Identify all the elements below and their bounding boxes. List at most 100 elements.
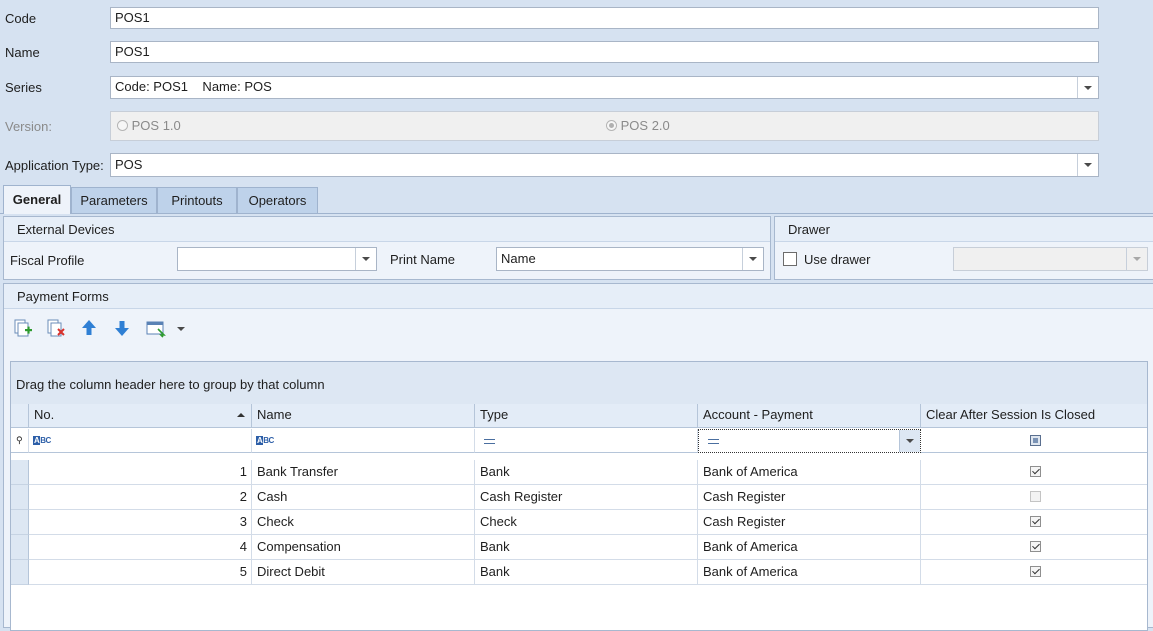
drawer-group: Drawer Use drawer [774, 216, 1153, 280]
filter-name[interactable]: ABC [252, 429, 475, 453]
drawer-dropdown-button[interactable] [1126, 248, 1147, 270]
external-devices-header: External Devices [4, 217, 770, 242]
radio-selected-icon [606, 120, 617, 131]
column-header-type[interactable]: Type [475, 404, 698, 428]
version-option-pos1[interactable]: POS 1.0 [117, 116, 181, 136]
print-name-label: Print Name [390, 252, 456, 267]
filter-type[interactable] [475, 429, 698, 453]
print-name-dropdown-button[interactable] [742, 248, 763, 270]
series-dropdown-button[interactable] [1077, 77, 1098, 98]
header-indicator [11, 404, 29, 428]
cell-type[interactable]: Bank [475, 535, 698, 560]
add-icon[interactable] [13, 318, 33, 338]
cell-name[interactable]: Direct Debit [252, 560, 475, 585]
filter-dropdown-button[interactable] [899, 430, 920, 452]
cell-account-payment[interactable]: Bank of America [698, 460, 921, 485]
group-by-panel[interactable]: Drag the column header here to group by … [11, 362, 1147, 405]
clear-after-session-checkbox[interactable] [1030, 541, 1041, 552]
cell-no[interactable]: 2 [29, 485, 252, 510]
name-input[interactable]: POS1 [110, 41, 1099, 63]
cell-name[interactable]: Compensation [252, 535, 475, 560]
version-group: POS 1.0 POS 2.0 [110, 111, 1099, 141]
cell-no[interactable]: 3 [29, 510, 252, 535]
payment-forms-header: Payment Forms [4, 284, 1153, 309]
external-devices-title: External Devices [17, 222, 115, 237]
cell-type[interactable]: Cash Register [475, 485, 698, 510]
cell-type[interactable]: Bank [475, 560, 698, 585]
series-label: Series [5, 80, 42, 95]
tab-general[interactable]: General [3, 185, 71, 214]
pin-icon: ⚲ [16, 435, 23, 445]
cell-account-payment[interactable]: Bank of America [698, 560, 921, 585]
cell-type[interactable]: Bank [475, 460, 698, 485]
cell-clear-after-session[interactable] [921, 535, 1147, 560]
drawer-title: Drawer [788, 222, 830, 237]
row-indicator[interactable] [11, 460, 29, 485]
cell-account-payment[interactable]: Bank of America [698, 535, 921, 560]
fiscal-profile-dropdown-button[interactable] [355, 248, 376, 270]
app-type-dropdown-button[interactable] [1077, 154, 1098, 176]
version-label: Version: [5, 119, 52, 134]
sort-ascending-icon [237, 413, 245, 417]
series-value: Code: POS1 Name: POS [115, 79, 272, 94]
filter-row-indicator: ⚲ [11, 429, 29, 453]
app-type-value: POS [115, 157, 143, 172]
fiscal-profile-label: Fiscal Profile [10, 253, 85, 268]
filter-account-payment[interactable] [698, 429, 921, 453]
app-type-label: Application Type: [5, 158, 104, 173]
delete-icon[interactable] [46, 318, 66, 338]
tab-operators[interactable]: Operators [237, 187, 318, 213]
tab-printouts[interactable]: Printouts [157, 187, 237, 213]
drawer-select[interactable] [953, 247, 1148, 271]
cell-clear-after-session[interactable] [921, 560, 1147, 585]
use-drawer-label: Use drawer [804, 252, 871, 267]
tab-parameters[interactable]: Parameters [71, 187, 157, 213]
group-by-hint: Drag the column header here to group by … [16, 377, 325, 392]
clear-after-session-checkbox[interactable] [1030, 466, 1041, 477]
app-type-select[interactable]: POS [110, 153, 1099, 177]
cell-clear-after-session[interactable] [921, 485, 1147, 510]
move-up-icon[interactable] [79, 318, 99, 338]
column-header-name[interactable]: Name [252, 404, 475, 428]
cell-name[interactable]: Cash [252, 485, 475, 510]
drawer-header: Drawer [775, 217, 1153, 242]
row-indicator[interactable] [11, 535, 29, 560]
clear-after-session-checkbox[interactable] [1030, 566, 1041, 577]
column-header-account-payment[interactable]: Account - Payment [698, 404, 921, 428]
series-select[interactable]: Code: POS1 Name: POS [110, 76, 1099, 99]
row-indicator[interactable] [11, 560, 29, 585]
column-header-no[interactable]: No. [29, 404, 252, 428]
clear-after-session-checkbox[interactable] [1030, 491, 1041, 502]
cell-clear-after-session[interactable] [921, 510, 1147, 535]
clear-after-session-checkbox[interactable] [1030, 516, 1041, 527]
equals-filter-icon [484, 439, 495, 444]
print-name-select[interactable]: Name [496, 247, 764, 271]
code-label: Code [5, 11, 37, 26]
cell-account-payment[interactable]: Cash Register [698, 485, 921, 510]
cell-no[interactable]: 1 [29, 460, 252, 485]
filter-no[interactable]: ABC [29, 429, 252, 453]
print-name-value: Name [501, 251, 536, 266]
move-down-icon[interactable] [112, 318, 132, 338]
name-label: Name [5, 45, 40, 60]
cell-name[interactable]: Bank Transfer [252, 460, 475, 485]
cell-name[interactable]: Check [252, 510, 475, 535]
column-chooser-icon[interactable] [145, 318, 187, 338]
cell-account-payment[interactable]: Cash Register [698, 510, 921, 535]
column-header-clear-after-session[interactable]: Clear After Session Is Closed [921, 404, 1147, 428]
text-filter-icon: ABC [33, 436, 51, 445]
row-indicator[interactable] [11, 485, 29, 510]
version-option-pos2[interactable]: POS 2.0 [606, 116, 670, 136]
use-drawer-checkbox[interactable] [783, 252, 797, 266]
fiscal-profile-select[interactable] [177, 247, 377, 271]
cell-type[interactable]: Check [475, 510, 698, 535]
filter-checkbox[interactable] [1030, 435, 1041, 446]
row-indicator[interactable] [11, 510, 29, 535]
cell-no[interactable]: 4 [29, 535, 252, 560]
equals-filter-icon [708, 439, 719, 444]
code-input[interactable]: POS1 [110, 7, 1099, 29]
cell-clear-after-session[interactable] [921, 460, 1147, 485]
filter-clear-after-session[interactable] [921, 429, 1147, 453]
cell-no[interactable]: 5 [29, 560, 252, 585]
radio-icon [117, 120, 128, 131]
